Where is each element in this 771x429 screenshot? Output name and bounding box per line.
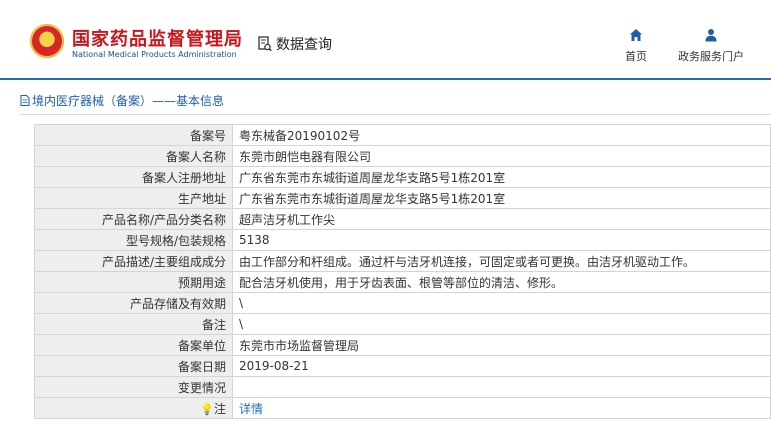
table-row: 备案人注册地址 广东省东莞市东城街道周屋龙华支路5号1栋201室	[34, 166, 771, 188]
record-info-table: 备案号 粤东械备20190102号 备案人名称 东莞市朗恺电器有限公司 备案人注册地址广…	[34, 124, 771, 419]
field-value: 东莞市市场监督管理局	[232, 334, 771, 356]
field-value: 5138	[232, 229, 771, 251]
field-value: 东莞市朗恺电器有限公司	[232, 145, 771, 167]
field-label: 预期用途	[34, 271, 233, 293]
table-row: 预期用途 配合洁牙机使用，用于牙齿表面、根管等部位的清洁、修形。	[34, 271, 771, 293]
data-query-label: 数据查询	[276, 37, 332, 53]
field-label: 变更情况	[34, 376, 233, 398]
field-label: 备案号	[34, 124, 233, 146]
table-row: 生产地址 广东省东莞市东城街道周屋龙华支路5号1栋201室	[34, 187, 771, 209]
panel-title-text: 境内医疗器械（备案）——基本信息	[32, 94, 225, 108]
field-label: 产品存储及有效期	[34, 292, 233, 314]
panel-title: 境内医疗器械（备案）——基本信息	[20, 92, 224, 109]
site-header: 国家药品监督管理局 National Medical Products Admi…	[0, 0, 771, 80]
field-label: 产品描述/主要组成成分	[34, 250, 233, 272]
field-label: 备案人名称	[34, 145, 233, 167]
details-link[interactable]: 详情	[239, 402, 263, 416]
table-row: 变更情况	[34, 376, 771, 398]
table-row: 备案单位 东莞市市场监督管理局	[34, 334, 771, 356]
user-icon	[705, 29, 717, 42]
table-row: 备案日期 2019-08-21	[34, 355, 771, 377]
emblem-logo[interactable]	[30, 24, 64, 58]
field-label: 产品名称/产品分类名称	[34, 208, 233, 230]
table-row: 备案人名称 东莞市朗恺电器有限公司	[34, 145, 771, 167]
table-row: 型号规格/包装规格 5138	[34, 229, 771, 251]
nav-home[interactable]: 首页	[622, 28, 650, 64]
nav-service-label: 政务服务门户	[678, 50, 744, 63]
field-value: 由工作部分和杆组成。通过杆与洁牙机连接，可固定或者可更换。由洁牙机驱动工作。	[232, 250, 771, 272]
field-label: 备案人注册地址	[34, 166, 233, 188]
home-icon	[630, 29, 642, 41]
bulb-icon: 💡	[200, 402, 214, 416]
table-row: 💡注 详情	[34, 397, 771, 419]
note-label: 注	[213, 401, 226, 416]
field-label: 生产地址	[34, 187, 233, 209]
table-row: 备案号 粤东械备20190102号	[34, 124, 771, 146]
field-value: 粤东械备20190102号	[232, 124, 771, 146]
field-label: 💡注	[34, 397, 233, 419]
field-value: 2019-08-21	[232, 355, 771, 377]
nav-home-label: 首页	[625, 50, 647, 63]
site-name-en[interactable]: National Medical Products Administration	[72, 50, 237, 59]
nav-service-portal[interactable]: 政务服务门户	[672, 28, 750, 64]
field-value: 广东省东莞市东城街道周屋龙华支路5号1栋201室	[232, 166, 771, 188]
field-value: 配合洁牙机使用，用于牙齿表面、根管等部位的清洁、修形。	[232, 271, 771, 293]
field-value	[232, 376, 771, 398]
field-value: \	[232, 292, 771, 314]
field-label: 备案日期	[34, 355, 233, 377]
title-divider	[20, 114, 771, 115]
field-label: 备案单位	[34, 334, 233, 356]
field-label: 型号规格/包装规格	[34, 229, 233, 251]
table-row: 产品名称/产品分类名称 超声洁牙机工作尖	[34, 208, 771, 230]
field-value: 详情	[232, 397, 771, 419]
document-icon	[20, 95, 30, 106]
site-name-cn[interactable]: 国家药品监督管理局	[72, 25, 243, 51]
field-value: \	[232, 313, 771, 335]
field-value: 超声洁牙机工作尖	[232, 208, 771, 230]
table-row: 产品存储及有效期 \	[34, 292, 771, 314]
table-row: 备注 \	[34, 313, 771, 335]
field-label: 备注	[34, 313, 233, 335]
field-value: 广东省东莞市东城街道周屋龙华支路5号1栋201室	[232, 187, 771, 209]
data-query-link[interactable]: 数据查询	[258, 34, 332, 54]
table-row: 产品描述/主要组成成分 由工作部分和杆组成。通过杆与洁牙机连接，可固定或者可更换。…	[34, 250, 771, 272]
document-search-icon	[258, 36, 272, 52]
